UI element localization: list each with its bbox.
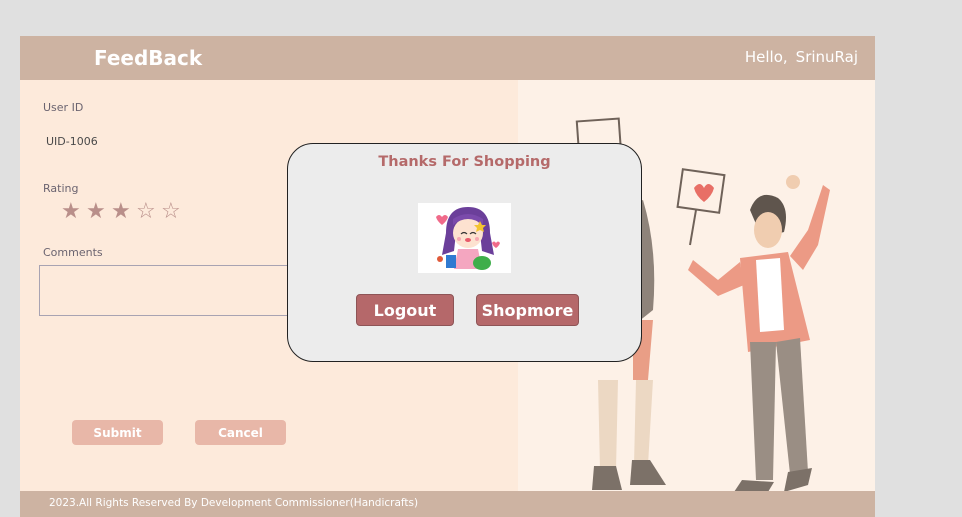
header-bar: FeedBack Hello, SrinuRaj bbox=[20, 36, 875, 80]
shopmore-button[interactable]: Shopmore bbox=[476, 294, 579, 326]
star-icon-3[interactable]: ★ bbox=[111, 199, 136, 224]
submit-button[interactable]: Submit bbox=[72, 420, 163, 445]
username: SrinuRaj bbox=[795, 48, 858, 66]
footer-bar: 2023.All Rights Reserved By Development … bbox=[20, 491, 875, 517]
thanks-dialog: Thanks For Shopping Logout Shopmore bbox=[287, 143, 642, 362]
star-icon-5[interactable]: ☆ bbox=[161, 199, 186, 224]
shopping-girl-image bbox=[418, 203, 511, 273]
greeting-text: Hello, bbox=[744, 48, 788, 66]
user-greeting: Hello, SrinuRaj bbox=[737, 48, 858, 66]
rating-stars[interactable]: ★ ★ ★ ☆ ☆ bbox=[61, 199, 186, 224]
footer-copyright: 2023.All Rights Reserved By Development … bbox=[49, 497, 419, 509]
star-icon-4[interactable]: ☆ bbox=[136, 199, 161, 224]
shopping-girl-icon bbox=[436, 207, 500, 270]
cancel-button[interactable]: Cancel bbox=[195, 420, 286, 445]
star-icon-1[interactable]: ★ bbox=[61, 199, 86, 224]
star-icon-2[interactable]: ★ bbox=[86, 199, 111, 224]
dialog-title: Thanks For Shopping bbox=[378, 154, 551, 170]
user-id-label: User ID bbox=[43, 101, 84, 114]
right-person-figure bbox=[676, 168, 830, 492]
comments-input[interactable] bbox=[39, 265, 311, 316]
logout-button[interactable]: Logout bbox=[356, 294, 454, 326]
rating-label: Rating bbox=[43, 182, 79, 195]
user-id-value: UID-1006 bbox=[46, 135, 98, 148]
app-title: FeedBack bbox=[94, 46, 203, 70]
comments-label: Comments bbox=[43, 246, 103, 259]
